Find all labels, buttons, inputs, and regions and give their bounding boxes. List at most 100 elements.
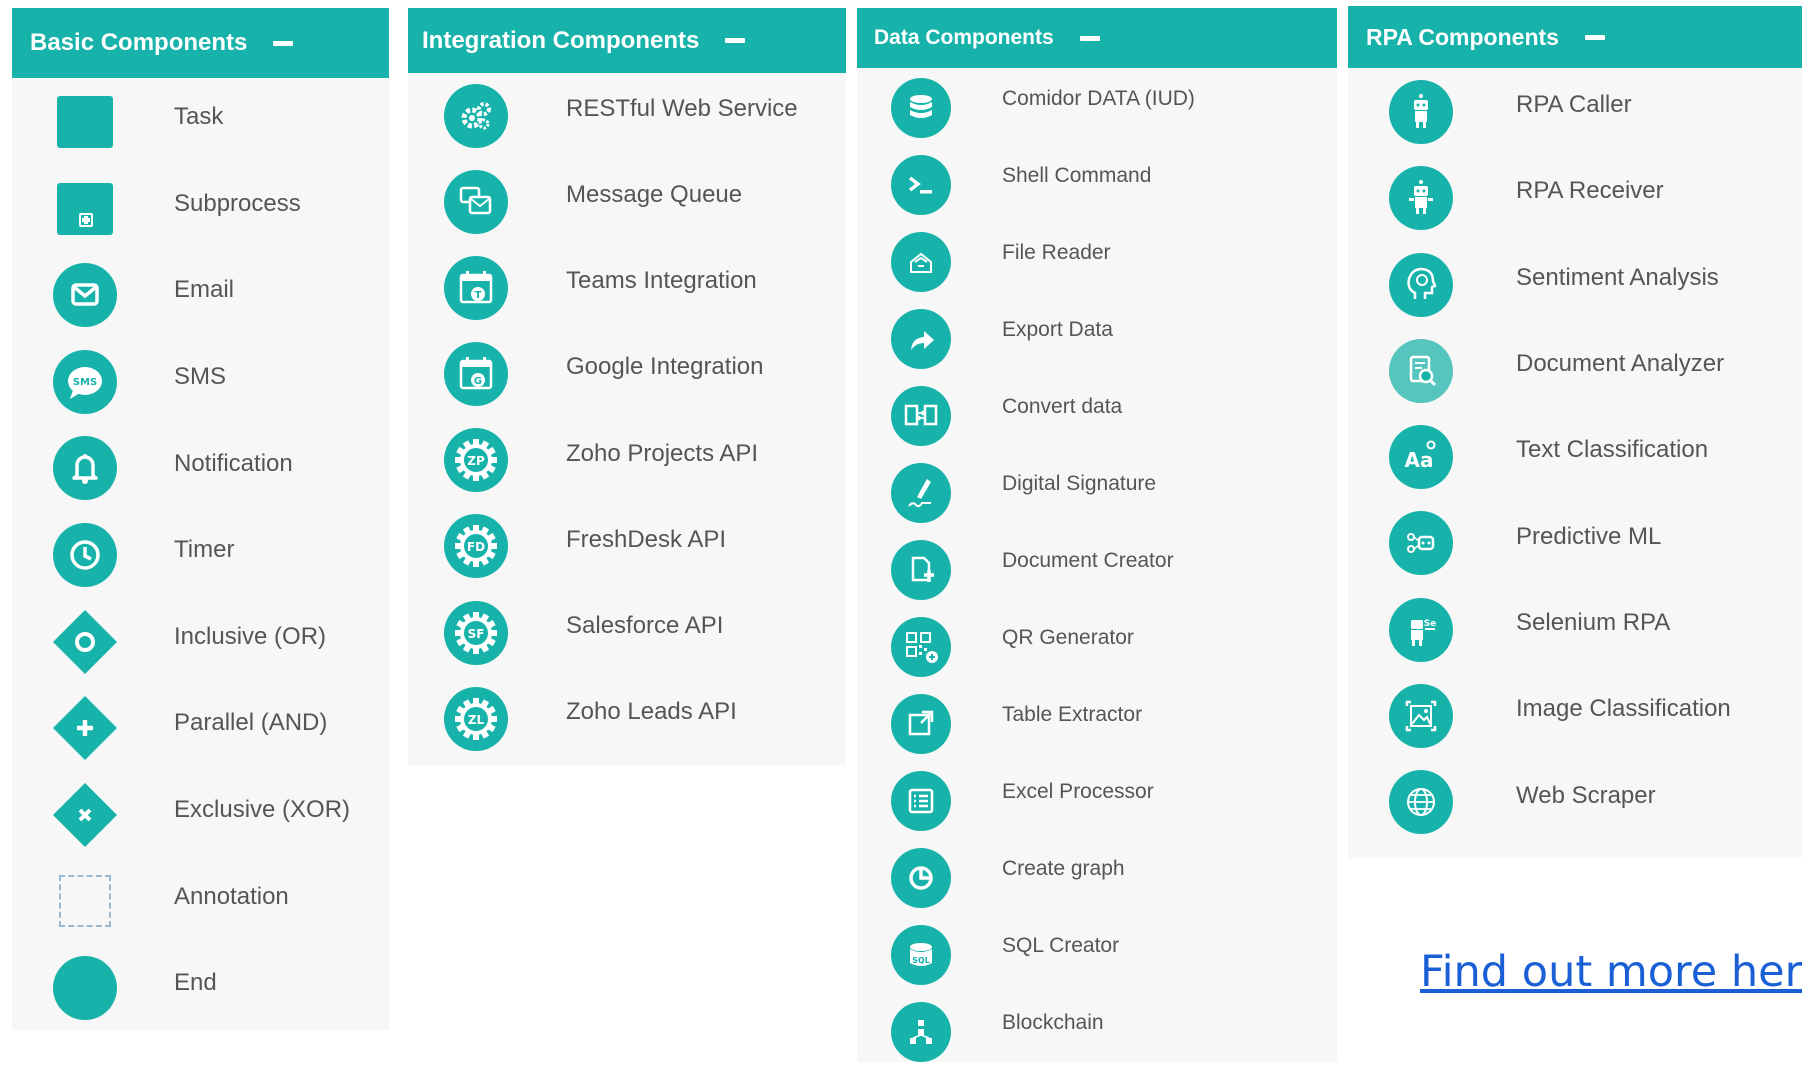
component-item-blockchain[interactable]: Blockchain (857, 994, 1337, 1071)
component-item-table-extractor[interactable]: Table Extractor (857, 686, 1337, 763)
inclusive-gateway-icon[interactable] (53, 609, 117, 674)
component-item-annotation[interactable]: Annotation (12, 858, 389, 945)
qr-code-icon[interactable] (891, 617, 951, 677)
component-item-message-queue[interactable]: Message Queue (408, 159, 846, 245)
find-out-more-link[interactable]: Find out more here. (1420, 947, 1802, 997)
component-label: Shell Command (1002, 163, 1152, 187)
freshdesk-gear-icon[interactable]: FD (444, 514, 508, 579)
ai-head-icon[interactable] (1389, 252, 1453, 317)
basic-components-header[interactable]: Basic Components (12, 8, 389, 78)
component-item-sentiment-analysis[interactable]: Sentiment Analysis (1348, 241, 1802, 327)
component-item-create-graph[interactable]: Create graph (857, 840, 1337, 917)
basic-components-panel: Basic Components Task Subprocess Email SMS S… (12, 8, 389, 1030)
envelope-icon[interactable] (53, 263, 117, 328)
component-item-sql-creator[interactable]: SQL SQL Creator (857, 917, 1337, 994)
clock-icon[interactable] (53, 522, 117, 587)
component-item-digital-signature[interactable]: Digital Signature (857, 455, 1337, 532)
component-item-salesforce-api[interactable]: SF Salesforce API (408, 590, 846, 676)
exclusive-gateway-icon[interactable] (53, 782, 117, 847)
panel-title: RPA Components (1366, 23, 1559, 50)
component-item-zoho-projects-api[interactable]: ZP Zoho Projects API (408, 417, 846, 503)
component-item-freshdesk-api[interactable]: FD FreshDesk API (408, 503, 846, 589)
data-components-header[interactable]: Data Components (857, 8, 1337, 68)
square-icon[interactable] (53, 90, 117, 154)
component-item-shell-command[interactable]: Shell Command (857, 147, 1337, 224)
component-item-restful-web-service[interactable]: RESTful Web Service (408, 73, 846, 159)
component-item-predictive-ml[interactable]: Predictive ML (1348, 500, 1802, 586)
database-icon[interactable] (891, 78, 951, 138)
component-item-text-classification[interactable]: Aa Text Classification (1348, 414, 1802, 500)
selenium-robot-icon[interactable]: Se (1389, 597, 1453, 662)
component-label: SQL Creator (1002, 933, 1120, 957)
document-analyzer-icon[interactable] (1389, 338, 1453, 403)
component-item-convert-data[interactable]: Convert data (857, 378, 1337, 455)
component-item-image-classification[interactable]: Image Classification (1348, 673, 1802, 759)
gears-icon[interactable] (444, 83, 508, 148)
integration-components-header[interactable]: Integration Components (408, 8, 846, 73)
collapse-icon[interactable] (725, 38, 746, 43)
component-label: Subprocess (174, 189, 301, 217)
convert-document-icon[interactable] (891, 386, 951, 446)
component-item-parallel-and[interactable]: Parallel (AND) (12, 685, 389, 772)
component-item-subprocess[interactable]: Subprocess (12, 165, 389, 252)
component-item-rpa-receiver[interactable]: RPA Receiver (1348, 155, 1802, 241)
component-item-document-creator[interactable]: Document Creator (857, 532, 1337, 609)
sql-icon[interactable]: SQL (891, 925, 951, 985)
end-circle-icon[interactable] (53, 955, 117, 1020)
teams-calendar-icon[interactable]: T (444, 256, 508, 321)
table-extract-icon[interactable] (891, 694, 951, 754)
component-item-rpa-caller[interactable]: RPA Caller (1348, 69, 1802, 155)
component-item-zoho-leads-api[interactable]: ZL Zoho Leads API (408, 676, 846, 762)
component-item-export-data[interactable]: Export Data (857, 301, 1337, 378)
robot-icon[interactable] (1389, 79, 1453, 144)
pie-chart-icon[interactable] (891, 848, 951, 908)
sms-bubble-icon[interactable]: SMS (53, 349, 117, 414)
share-arrow-icon[interactable] (891, 309, 951, 369)
component-item-task[interactable]: Task (12, 79, 389, 166)
file-reader-icon[interactable] (891, 232, 951, 292)
new-document-icon[interactable] (891, 540, 951, 600)
zoho-projects-gear-icon[interactable]: ZP (444, 428, 508, 493)
dashed-square-icon[interactable] (53, 869, 117, 933)
component-item-file-reader[interactable]: File Reader (857, 224, 1337, 301)
component-item-google-integration[interactable]: G Google Integration (408, 331, 846, 417)
terminal-icon[interactable] (891, 155, 951, 215)
predictive-ml-icon[interactable] (1389, 511, 1453, 576)
rpa-components-header[interactable]: RPA Components (1348, 6, 1802, 68)
web-scraper-icon[interactable] (1389, 770, 1453, 835)
parallel-gateway-icon[interactable] (53, 696, 117, 761)
component-item-notification[interactable]: Notification (12, 425, 389, 512)
component-item-sms[interactable]: SMS SMS (12, 339, 389, 426)
robot-receiver-icon[interactable] (1389, 166, 1453, 231)
panel-title: Data Components (874, 26, 1054, 49)
subprocess-icon[interactable] (53, 177, 117, 241)
component-item-excel-processor[interactable]: Excel Processor (857, 763, 1337, 840)
component-item-document-analyzer[interactable]: Document Analyzer (1348, 328, 1802, 414)
collapse-icon[interactable] (273, 40, 294, 46)
component-item-comidor-data-iud[interactable]: Comidor DATA (IUD) (857, 70, 1337, 147)
component-item-selenium-rpa[interactable]: Se Selenium RPA (1348, 587, 1802, 673)
collapse-icon[interactable] (1079, 35, 1100, 41)
message-queue-icon[interactable] (444, 170, 508, 235)
text-classification-icon[interactable]: Aa (1389, 425, 1453, 490)
bell-icon[interactable] (53, 436, 117, 501)
component-item-end[interactable]: End (12, 945, 389, 1032)
component-label: Export Data (1002, 317, 1113, 341)
component-item-email[interactable]: Email (12, 252, 389, 339)
component-label: Notification (174, 449, 293, 477)
component-item-web-scraper[interactable]: Web Scraper (1348, 759, 1802, 845)
collapse-icon[interactable] (1584, 34, 1605, 40)
component-item-timer[interactable]: Timer (12, 512, 389, 599)
signature-pen-icon[interactable] (891, 463, 951, 523)
blockchain-icon[interactable] (891, 1002, 951, 1062)
component-item-exclusive-xor[interactable]: Exclusive (XOR) (12, 772, 389, 859)
image-classification-icon[interactable] (1389, 684, 1453, 749)
component-label: Blockchain (1002, 1010, 1104, 1034)
zoho-leads-gear-icon[interactable]: ZL (444, 686, 508, 751)
google-calendar-icon[interactable]: G (444, 342, 508, 407)
list-icon[interactable] (891, 771, 951, 831)
salesforce-gear-icon[interactable]: SF (444, 600, 508, 665)
component-item-teams-integration[interactable]: T Teams Integration (408, 245, 846, 331)
component-item-inclusive-or[interactable]: Inclusive (OR) (12, 598, 389, 685)
component-item-qr-generator[interactable]: QR Generator (857, 609, 1337, 686)
